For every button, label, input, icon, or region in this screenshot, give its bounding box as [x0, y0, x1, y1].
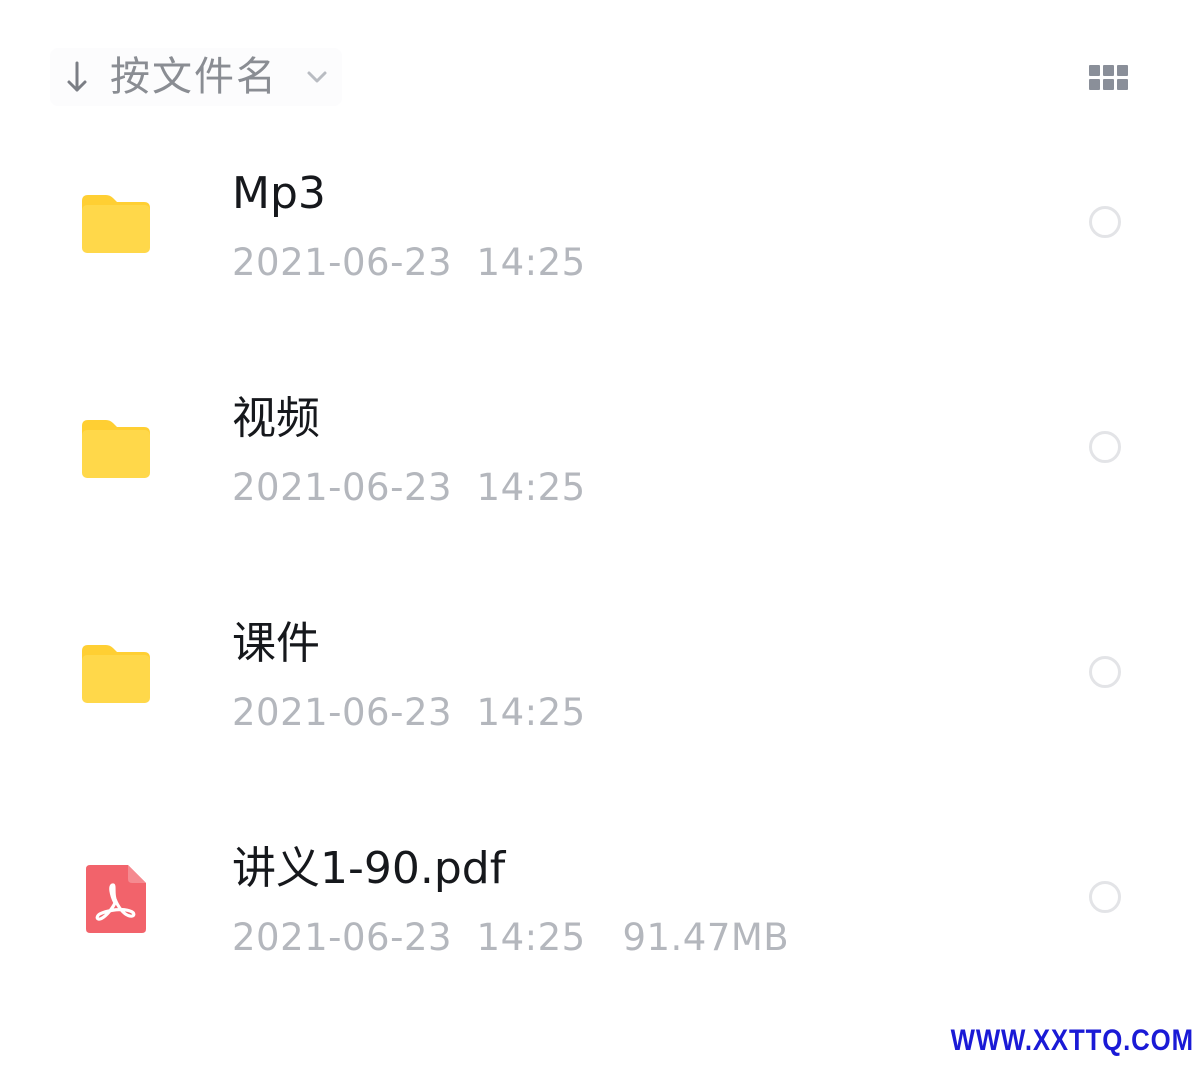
folder-icon	[76, 634, 156, 714]
file-meta: 2021-06-23 14:25	[232, 466, 586, 509]
grid-view-icon	[1088, 64, 1128, 90]
file-row-video[interactable]: 视频 2021-06-23 14:25	[0, 337, 1200, 562]
sort-label: 按文件名	[110, 54, 278, 100]
arrow-down-icon	[50, 48, 104, 106]
pdf-icon	[76, 859, 156, 939]
file-browser: 按文件名 Mp3 2021-06-23 14:25 视频 2021-06-23 …	[0, 0, 1200, 1065]
file-name: 讲义1-90.pdf	[232, 843, 506, 894]
view-toggle-button[interactable]	[1080, 57, 1136, 97]
folder-icon	[76, 184, 156, 264]
file-row-courseware[interactable]: 课件 2021-06-23 14:25	[0, 562, 1200, 787]
folder-icon	[76, 409, 156, 489]
select-checkbox[interactable]	[1089, 881, 1121, 913]
file-name: 视频	[232, 393, 320, 444]
sort-by-name-button[interactable]: 按文件名	[50, 48, 342, 106]
file-meta: 2021-06-23 14:25	[232, 241, 586, 284]
file-meta: 2021-06-23 14:25	[232, 691, 586, 734]
select-checkbox[interactable]	[1089, 431, 1121, 463]
file-row-pdf[interactable]: 讲义1-90.pdf 2021-06-23 14:25 91.47MB	[0, 787, 1200, 1012]
select-checkbox[interactable]	[1089, 206, 1121, 238]
file-name: Mp3	[232, 168, 326, 219]
file-row-mp3[interactable]: Mp3 2021-06-23 14:25	[0, 112, 1200, 337]
file-meta: 2021-06-23 14:25 91.47MB	[232, 916, 790, 959]
select-checkbox[interactable]	[1089, 656, 1121, 688]
chevron-down-icon	[302, 48, 332, 106]
file-name: 课件	[232, 618, 320, 669]
file-list: Mp3 2021-06-23 14:25 视频 2021-06-23 14:25	[0, 112, 1200, 1012]
watermark-text: WWW.XXTTQ.COM	[950, 1024, 1194, 1057]
